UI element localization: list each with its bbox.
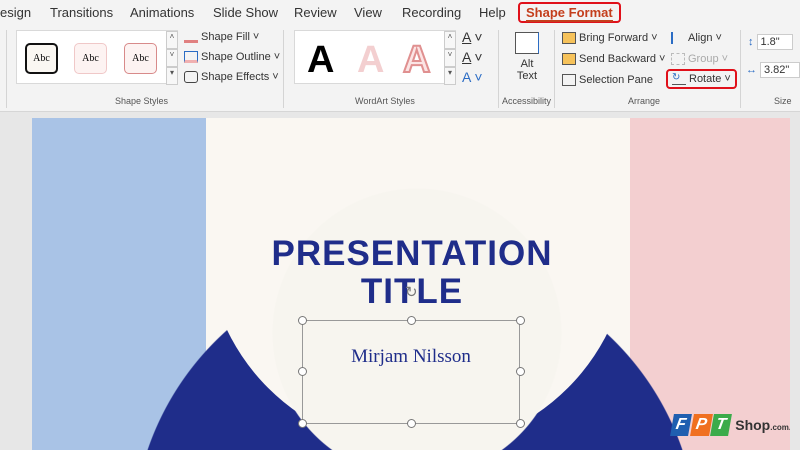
text-effects-icon: A	[462, 69, 472, 85]
shape-fill-label: Shape Fill	[201, 31, 250, 43]
rotate-label: Rotate	[689, 73, 722, 85]
shape-height-value: 1.8"	[756, 34, 793, 50]
wordart-gallery: A A A ˄ ˅ ▾	[294, 30, 456, 85]
resize-handle[interactable]	[407, 316, 416, 325]
wordart-style-2[interactable]: A	[357, 39, 384, 82]
tab-design[interactable]: esign	[0, 5, 31, 20]
text-fill-button[interactable]: A ˅	[462, 29, 483, 45]
resize-handle[interactable]	[516, 419, 525, 428]
tab-review[interactable]: Review	[294, 5, 337, 20]
resize-handle[interactable]	[516, 367, 525, 376]
shape-effects-icon	[184, 71, 198, 83]
tab-help[interactable]: Help	[479, 5, 506, 20]
resize-handle[interactable]	[298, 316, 307, 325]
paint-bucket-icon	[184, 31, 198, 43]
alt-text-line1: Alt	[520, 58, 534, 70]
group-label-wordart: WordArt Styles	[355, 96, 415, 106]
pen-icon	[184, 51, 198, 63]
text-effects-button[interactable]: A ˅	[462, 69, 483, 85]
wordart-style-3[interactable]: A	[402, 38, 431, 82]
rotate-icon: ↻	[672, 73, 686, 85]
align-label: Align	[688, 32, 713, 44]
gallery-up[interactable]: ˄	[166, 31, 178, 49]
selection-box[interactable]	[302, 320, 520, 424]
resize-handle[interactable]	[407, 419, 416, 428]
tab-recording[interactable]: Recording	[402, 5, 461, 20]
shape-style-2[interactable]: Abc	[74, 43, 107, 74]
shape-effects-button[interactable]: Shape Effects ˅	[184, 71, 279, 83]
title-line1: PRESENTATION	[271, 234, 553, 273]
align-button[interactable]: Align ˅	[671, 32, 722, 44]
selection-pane-label: Selection Pane	[579, 74, 653, 86]
group-label-accessibility: Accessibility	[502, 96, 552, 106]
shape-styles-gallery: Abc Abc Abc ˄ ˅ ▾	[16, 30, 178, 85]
tab-transitions[interactable]: Transitions	[50, 5, 113, 20]
shape-height-field[interactable]: ↕ 1.8"	[748, 34, 793, 50]
rotate-button[interactable]: ↻ Rotate ˅	[666, 69, 737, 89]
wordart-up[interactable]: ˄	[444, 31, 456, 49]
shape-style-3[interactable]: Abc	[124, 43, 157, 74]
alt-text-button[interactable]: Alt Text	[508, 32, 546, 82]
shape-effects-label: Shape Effects	[201, 71, 270, 83]
send-backward-icon	[562, 53, 576, 65]
gallery-more[interactable]: ▾	[166, 67, 178, 85]
tab-shape-format[interactable]: Shape Format	[518, 2, 621, 23]
text-outline-icon: A	[462, 49, 472, 65]
tab-shape-format-label: Shape Format	[526, 5, 613, 22]
tab-view[interactable]: View	[354, 5, 382, 20]
shape-width-field[interactable]: ↔ 3.82"	[746, 62, 800, 78]
gallery-down[interactable]: ˅	[166, 49, 178, 67]
shape-width-value: 3.82"	[760, 62, 800, 78]
bring-forward-button[interactable]: Bring Forward ˅	[562, 32, 658, 44]
ribbon-tabs: esign Transitions Animations Slide Show …	[0, 0, 800, 26]
tab-slide-show[interactable]: Slide Show	[213, 5, 278, 20]
shape-outline-label: Shape Outline	[201, 51, 271, 63]
watermark-logo: F P T Shop.com.vn	[670, 414, 790, 436]
logo-f: F	[670, 414, 692, 436]
resize-handle[interactable]	[516, 316, 525, 325]
text-fill-icon: A	[462, 29, 472, 45]
selection-pane-icon	[562, 74, 576, 86]
selection-pane-button[interactable]: Selection Pane	[562, 74, 653, 86]
logo-p: P	[689, 414, 713, 436]
group-icon	[671, 53, 685, 65]
shape-outline-button[interactable]: Shape Outline ˅	[184, 51, 280, 63]
wordart-style-1[interactable]: A	[307, 39, 334, 82]
wordart-down[interactable]: ˅	[444, 49, 456, 67]
alt-text-line2: Text	[516, 70, 538, 82]
wordart-more[interactable]: ▾	[444, 67, 456, 85]
rotate-handle[interactable]: ↻	[405, 283, 418, 301]
shape-fill-button[interactable]: Shape Fill ˅	[184, 31, 259, 43]
logo-shop: Shop.com.vn	[735, 417, 790, 433]
resize-handle[interactable]	[298, 367, 307, 376]
group-button[interactable]: Group ˅	[671, 53, 728, 65]
group-label-arrange: Arrange	[628, 96, 661, 106]
group-label: Group	[688, 53, 719, 65]
align-icon	[671, 32, 685, 44]
logo-t: T	[710, 414, 733, 436]
ribbon: Abc Abc Abc ˄ ˅ ▾ Shape Fill ˅ Shape Out…	[0, 26, 800, 112]
shape-style-1[interactable]: Abc	[25, 43, 58, 74]
height-icon: ↕	[748, 36, 754, 48]
width-icon: ↔	[746, 64, 757, 76]
bring-forward-label: Bring Forward	[579, 32, 649, 44]
send-backward-button[interactable]: Send Backward ˅	[562, 53, 665, 65]
group-label-size: Size	[774, 96, 792, 106]
group-label-shape-styles: Shape Styles	[115, 96, 169, 106]
text-outline-button[interactable]: A ˅	[462, 49, 483, 65]
tab-animations[interactable]: Animations	[130, 5, 194, 20]
send-backward-label: Send Backward	[579, 53, 657, 65]
bring-forward-icon	[562, 32, 576, 44]
resize-handle[interactable]	[298, 419, 307, 428]
alt-text-icon	[515, 32, 539, 54]
